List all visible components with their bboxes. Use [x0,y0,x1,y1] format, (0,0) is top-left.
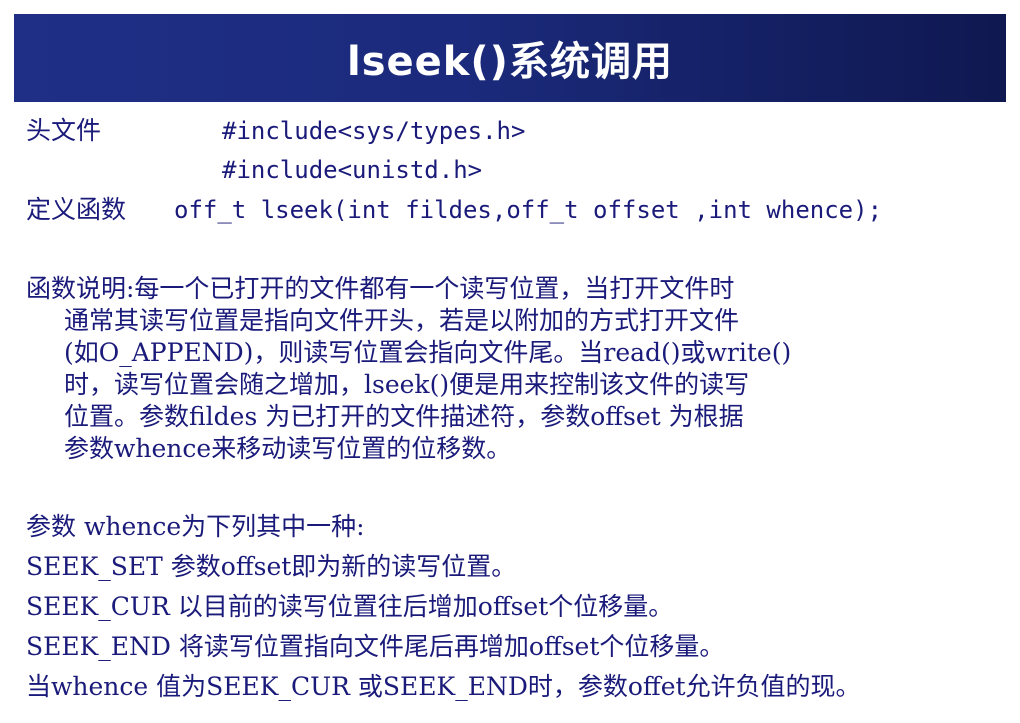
description-line: (如O_APPEND)，则读写位置会指向文件尾。当read()或write() [64,338,792,367]
description-line: 通常其读写位置是指向文件开头，若是以附加的方式打开文件 [64,306,740,335]
whence-item-seek-cur: SEEK_CUR 以目前的读写位置往后增加offset个位移量。 [26,592,674,621]
header-label: 头文件 [26,116,102,145]
description-line: 时，读写位置会随之增加，lseek()便是用来控制该文件的读写 [64,370,750,399]
description-line: 参数whence来移动读写位置的位移数。 [64,434,512,463]
function-signature: off_t lseek(int fildes,off_t offset ,int… [174,196,883,224]
whence-item-seek-set: SEEK_SET 参数offset即为新的读写位置。 [26,552,517,581]
page-title: lseek()系统调用 [347,39,673,85]
slide: lseek()系统调用 头文件 #include<sys/types.h> #i… [0,0,1020,723]
description-line: 函数说明:每一个已打开的文件都有一个读写位置，当打开文件时 [26,274,735,303]
description-line: 位置。参数fildes 为已打开的文件描述符，参数offset 为根据 [64,402,744,431]
include-sys-types: #include<sys/types.h> [222,117,526,145]
title-bar: lseek()系统调用 [14,14,1006,102]
whence-item-seek-end: SEEK_END 将读写位置指向文件尾后再增加offset个位移量。 [26,632,725,661]
definition-label: 定义函数 [26,195,127,224]
whence-intro: 参数 whence为下列其中一种: [26,512,365,541]
include-unistd: #include<unistd.h> [222,156,483,184]
whence-note: 当whence 值为SEEK_CUR 或SEEK_END时，参数offet允许负… [26,672,861,701]
